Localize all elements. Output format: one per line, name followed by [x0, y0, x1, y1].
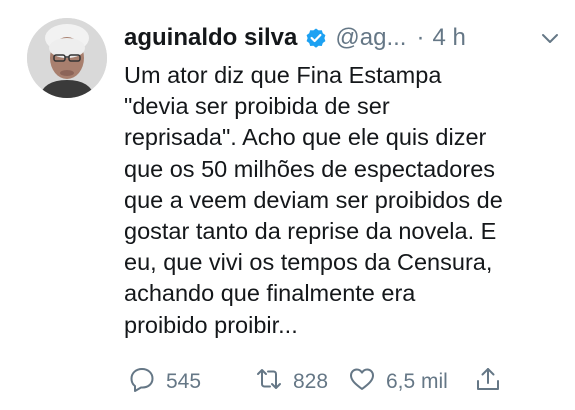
tweet-text-line: que a veem deviam ser proibidos de	[124, 186, 503, 213]
retweet-button[interactable]: 828	[255, 365, 348, 399]
author-name[interactable]: aguinaldo silva	[124, 24, 297, 52]
verified-badge-icon	[304, 26, 328, 50]
tweet-actions: 545 828 6,5 mil	[128, 366, 502, 398]
reply-button[interactable]: 545	[128, 365, 255, 399]
heart-icon	[348, 365, 376, 399]
avatar[interactable]	[27, 18, 107, 98]
share-button[interactable]	[474, 365, 502, 399]
avatar-photo	[27, 18, 107, 98]
retweet-icon	[255, 365, 283, 399]
reply-icon	[128, 365, 156, 399]
retweet-count: 828	[293, 370, 329, 393]
tweet-text-line: eu, que vivi os tempos da Censura,	[124, 249, 493, 276]
like-count: 6,5 mil	[386, 370, 448, 393]
tweet-text-line: "devia ser proibida de ser	[124, 93, 390, 120]
author-handle[interactable]: @ag...	[335, 24, 406, 52]
tweet-time[interactable]: 4 h	[432, 24, 465, 52]
share-icon	[474, 365, 502, 399]
tweet-text: Um ator diz que Fina Estampa "devia ser …	[124, 60, 564, 341]
tweet-text-line: reprisada". Acho que ele quis dizer	[124, 124, 487, 151]
tweet-header: aguinaldo silva @ag... · 4 h	[124, 18, 564, 58]
tweet-text-line: Um ator diz que Fina Estampa	[124, 62, 442, 88]
separator-dot: ·	[416, 24, 425, 51]
tweet-text-line: que os 50 milhões de espectadores	[124, 155, 496, 182]
like-button[interactable]: 6,5 mil	[348, 365, 474, 399]
chevron-down-icon[interactable]	[536, 24, 564, 52]
tweet-text-line: gostar tanto da reprise da novela. E	[124, 218, 497, 245]
tweet-card[interactable]: aguinaldo silva @ag... · 4 h Um ator diz…	[0, 0, 575, 410]
reply-count: 545	[166, 370, 202, 393]
tweet-text-line: proibido proibir...	[124, 311, 298, 338]
tweet-text-line: achando que finalmente era	[124, 280, 416, 307]
